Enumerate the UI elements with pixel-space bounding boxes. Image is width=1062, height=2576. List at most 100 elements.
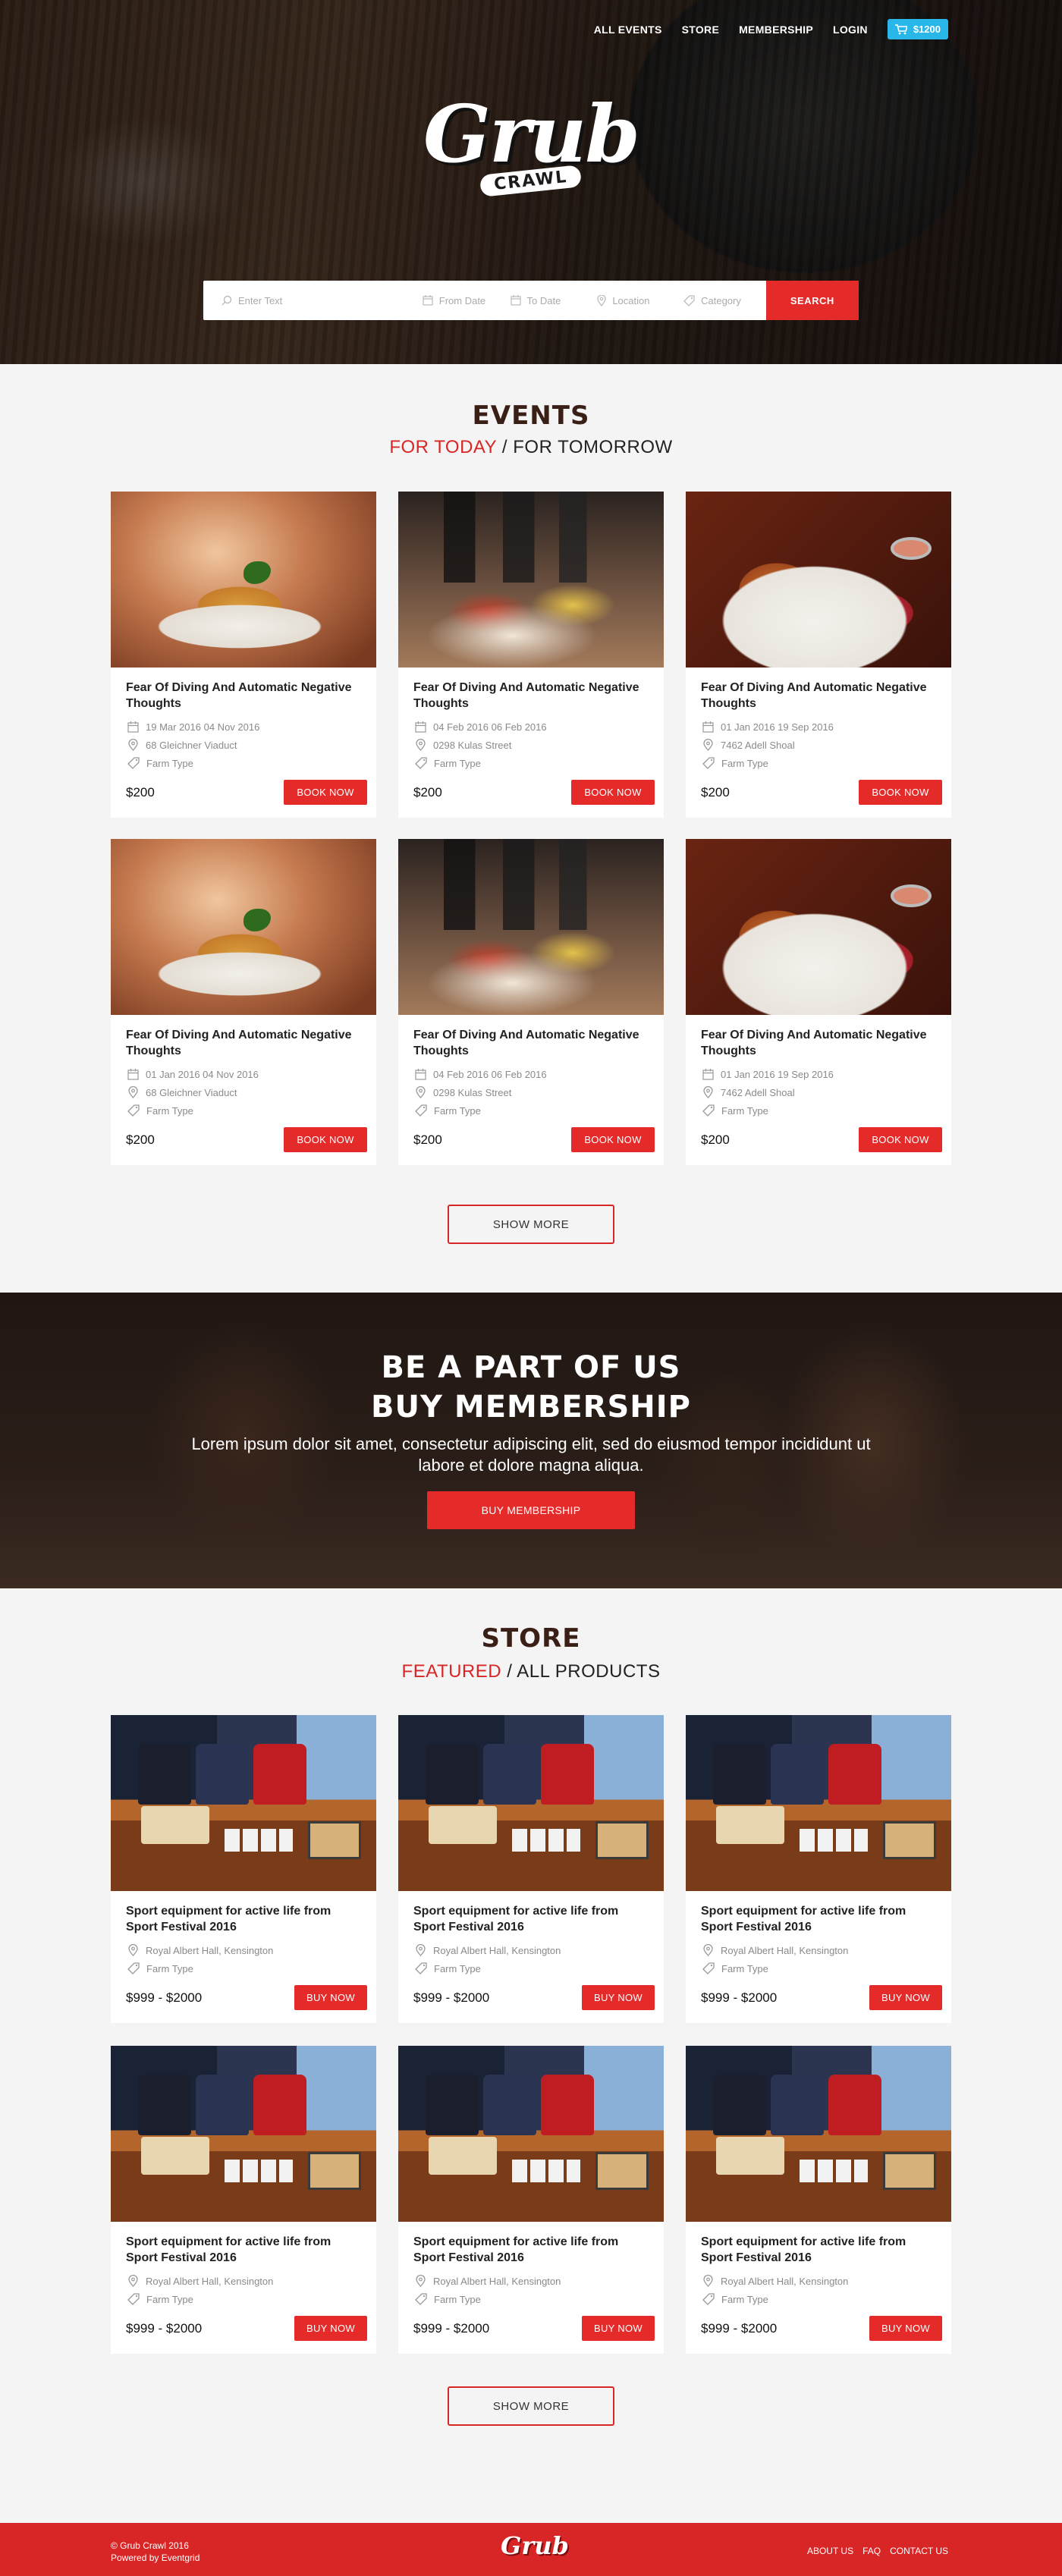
book-now-button[interactable]: BOOK NOW bbox=[284, 780, 367, 805]
event-type: Farm Type bbox=[413, 1101, 649, 1120]
buy-now-button[interactable]: BUY NOW bbox=[582, 1985, 655, 2010]
tab-all-products[interactable]: ALL PRODUCTS bbox=[517, 1661, 660, 1682]
product-title[interactable]: Sport equipment for active life from Spo… bbox=[701, 1903, 936, 1935]
calendar-icon bbox=[702, 1068, 714, 1080]
footer-link-faq[interactable]: FAQ bbox=[862, 2546, 881, 2556]
buy-now-button[interactable]: BUY NOW bbox=[869, 1985, 942, 2010]
product-title[interactable]: Sport equipment for active life from Spo… bbox=[701, 2234, 936, 2266]
tab-for-tomorrow[interactable]: FOR TOMORROW bbox=[513, 437, 672, 457]
event-image[interactable] bbox=[686, 492, 951, 668]
product-card[interactable]: Sport equipment for active life from Spo… bbox=[398, 1715, 664, 2023]
event-address: 68 Gleichner Viaduct bbox=[126, 736, 361, 754]
to-date-placeholder: To Date bbox=[526, 294, 561, 306]
footer-logo[interactable]: Grub bbox=[501, 2532, 569, 2559]
product-card[interactable]: Sport equipment for active life from Spo… bbox=[686, 2046, 951, 2354]
event-dates: 01 Jan 2016 19 Sep 2016 bbox=[701, 1065, 936, 1083]
event-image[interactable] bbox=[686, 839, 951, 1015]
buy-now-button[interactable]: BUY NOW bbox=[294, 2316, 367, 2341]
book-now-button[interactable]: BOOK NOW bbox=[859, 780, 942, 805]
search-button[interactable]: SEARCH bbox=[765, 281, 859, 320]
event-card[interactable]: Fear Of Diving And Automatic Negative Th… bbox=[111, 492, 376, 818]
map-pin-icon bbox=[703, 2275, 713, 2287]
buy-membership-button[interactable]: BUY MEMBERSHIP bbox=[427, 1491, 635, 1529]
product-card[interactable]: Sport equipment for active life from Spo… bbox=[398, 2046, 664, 2354]
product-location: Royal Albert Hall, Kensington bbox=[701, 2272, 936, 2290]
product-card[interactable]: Sport equipment for active life from Spo… bbox=[686, 1715, 951, 2023]
category-field[interactable]: Category bbox=[665, 281, 766, 320]
event-title[interactable]: Fear Of Diving And Automatic Negative Th… bbox=[126, 680, 361, 712]
event-image[interactable] bbox=[398, 839, 664, 1015]
shopping-cart-icon bbox=[894, 24, 907, 34]
event-address: 7462 Adell Shoal bbox=[701, 736, 936, 754]
product-card[interactable]: Sport equipment for active life from Spo… bbox=[111, 1715, 376, 2023]
buy-now-button[interactable]: BUY NOW bbox=[294, 1985, 367, 2010]
event-card[interactable]: Fear Of Diving And Automatic Negative Th… bbox=[398, 839, 664, 1165]
product-title[interactable]: Sport equipment for active life from Spo… bbox=[413, 2234, 649, 2266]
search-text-field[interactable]: Enter Text bbox=[203, 281, 404, 320]
to-date-field[interactable]: To Date bbox=[492, 281, 580, 320]
product-image[interactable] bbox=[686, 2046, 951, 2222]
product-price: $999 - $2000 bbox=[413, 1990, 490, 2005]
product-title[interactable]: Sport equipment for active life from Spo… bbox=[126, 2234, 361, 2266]
buy-now-button[interactable]: BUY NOW bbox=[869, 2316, 942, 2341]
product-image[interactable] bbox=[111, 1715, 376, 1891]
footer-link-about[interactable]: ABOUT US bbox=[807, 2546, 853, 2556]
event-dates: 01 Jan 2016 04 Nov 2016 bbox=[126, 1065, 361, 1083]
tab-featured[interactable]: FEATURED bbox=[402, 1661, 502, 1682]
events-title: EVENTS bbox=[472, 401, 590, 431]
book-now-button[interactable]: BOOK NOW bbox=[859, 1127, 942, 1152]
nav-membership[interactable]: MEMBERSHIP bbox=[739, 24, 813, 36]
event-card[interactable]: Fear Of Diving And Automatic Negative Th… bbox=[686, 839, 951, 1165]
product-location: Royal Albert Hall, Kensington bbox=[126, 1941, 361, 1959]
book-now-button[interactable]: BOOK NOW bbox=[571, 1127, 655, 1152]
product-image[interactable] bbox=[686, 1715, 951, 1891]
nav-all-events[interactable]: ALL EVENTS bbox=[594, 24, 662, 36]
event-title[interactable]: Fear Of Diving And Automatic Negative Th… bbox=[701, 1027, 936, 1059]
event-title[interactable]: Fear Of Diving And Automatic Negative Th… bbox=[701, 680, 936, 712]
event-dates: 19 Mar 2016 04 Nov 2016 bbox=[126, 718, 361, 736]
product-location: Royal Albert Hall, Kensington bbox=[126, 2272, 361, 2290]
event-title[interactable]: Fear Of Diving And Automatic Negative Th… bbox=[413, 680, 649, 712]
map-pin-icon bbox=[416, 1086, 426, 1098]
book-now-button[interactable]: BOOK NOW bbox=[284, 1127, 367, 1152]
event-title[interactable]: Fear Of Diving And Automatic Negative Th… bbox=[413, 1027, 649, 1059]
product-title[interactable]: Sport equipment for active life from Spo… bbox=[413, 1903, 649, 1935]
product-title[interactable]: Sport equipment for active life from Spo… bbox=[126, 1903, 361, 1935]
search-text-placeholder: Enter Text bbox=[238, 294, 283, 306]
from-date-field[interactable]: From Date bbox=[404, 281, 492, 320]
product-image[interactable] bbox=[398, 1715, 664, 1891]
event-image[interactable] bbox=[398, 492, 664, 668]
event-image[interactable] bbox=[111, 839, 376, 1015]
product-image[interactable] bbox=[398, 2046, 664, 2222]
nav-login[interactable]: LOGIN bbox=[833, 24, 868, 36]
tag-icon bbox=[127, 1104, 140, 1117]
nav-store[interactable]: STORE bbox=[682, 24, 719, 36]
location-field[interactable]: Location bbox=[579, 281, 665, 320]
events-show-more-button[interactable]: SHOW MORE bbox=[448, 1205, 614, 1244]
event-card[interactable]: Fear Of Diving And Automatic Negative Th… bbox=[111, 839, 376, 1165]
event-card[interactable]: Fear Of Diving And Automatic Negative Th… bbox=[398, 492, 664, 818]
tab-for-today[interactable]: FOR TODAY bbox=[389, 437, 496, 457]
footer-copyright: © Grub Crawl 2016 Powered by Eventgrid bbox=[111, 2540, 200, 2564]
footer-links: ABOUT US FAQ CONTACT US bbox=[807, 2546, 948, 2556]
membership-heading-line1: BE A PART OF US bbox=[381, 1350, 681, 1385]
store-title: STORE bbox=[481, 1623, 581, 1654]
site-logo[interactable]: Grub CRAWL bbox=[406, 93, 656, 244]
membership-heading-line2: BUY MEMBERSHIP bbox=[371, 1390, 691, 1425]
event-title[interactable]: Fear Of Diving And Automatic Negative Th… bbox=[126, 1027, 361, 1059]
event-type: Farm Type bbox=[126, 754, 361, 772]
store-tabs: FEATURED / ALL PRODUCTS bbox=[401, 1661, 661, 1682]
product-image[interactable] bbox=[111, 2046, 376, 2222]
map-pin-icon bbox=[128, 739, 138, 751]
buy-now-button[interactable]: BUY NOW bbox=[582, 2316, 655, 2341]
store-show-more-button[interactable]: SHOW MORE bbox=[448, 2386, 614, 2426]
cart-button[interactable]: $1200 bbox=[887, 19, 948, 39]
product-card[interactable]: Sport equipment for active life from Spo… bbox=[111, 2046, 376, 2354]
event-price: $200 bbox=[701, 1132, 730, 1147]
footer-link-contact[interactable]: CONTACT US bbox=[890, 2546, 948, 2556]
event-image[interactable] bbox=[111, 492, 376, 668]
copyright-text: © Grub Crawl 2016 bbox=[111, 2540, 189, 2551]
event-dates: 01 Jan 2016 19 Sep 2016 bbox=[701, 718, 936, 736]
event-card[interactable]: Fear Of Diving And Automatic Negative Th… bbox=[686, 492, 951, 818]
book-now-button[interactable]: BOOK NOW bbox=[571, 780, 655, 805]
